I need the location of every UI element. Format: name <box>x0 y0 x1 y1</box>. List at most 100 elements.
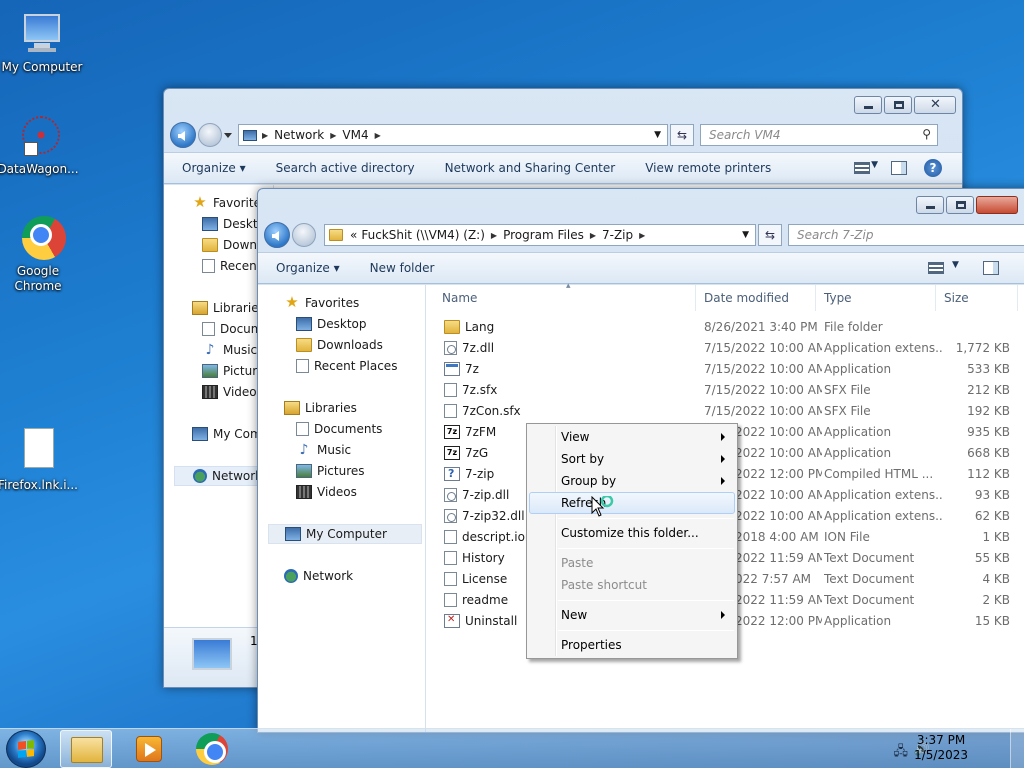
desktop-icon-firefox-lnk[interactable]: Firefox.lnk.i... <box>0 428 80 493</box>
network-sharing-center-button[interactable]: Network and Sharing Center <box>445 161 616 175</box>
maximize-button[interactable] <box>884 96 912 114</box>
recent-places-icon <box>296 359 309 373</box>
breadcrumb-7zip[interactable]: 7-Zip <box>602 228 633 242</box>
menu-item-group-by[interactable]: Group by <box>529 470 735 492</box>
organize-menu[interactable]: Organize ▾ <box>182 161 246 175</box>
nav-my-computer[interactable]: My Computer <box>268 524 422 544</box>
new-folder-button[interactable]: New folder <box>370 261 435 275</box>
back-button[interactable] <box>170 122 196 148</box>
nav-music[interactable]: ♪ Music <box>202 340 258 360</box>
breadcrumb-network[interactable]: Network <box>274 128 324 142</box>
nav-music[interactable]: ♪ Music <box>296 440 352 460</box>
file-date: 7/15/2022 10:00 AM <box>704 383 822 397</box>
address-dropdown-icon[interactable]: ▼ <box>742 230 749 240</box>
taskbar-media-player-button[interactable] <box>122 730 174 768</box>
menu-item-paste-shortcut[interactable]: Paste shortcut <box>529 574 735 596</box>
nav-recent[interactable]: Recent <box>202 256 261 276</box>
change-view-icon[interactable] <box>928 262 944 274</box>
nav-documents[interactable]: Documents <box>296 419 382 439</box>
minimize-button[interactable] <box>916 196 944 214</box>
breadcrumb-drive[interactable]: FuckShit (\\VM4) (Z:) <box>361 228 485 242</box>
menu-item-refresh[interactable]: Refresh <box>529 492 735 514</box>
desktop-icon-google-chrome[interactable]: Google Chrome <box>0 214 80 294</box>
nav-my-computer[interactable]: My Com <box>192 424 262 444</box>
nav-desktop[interactable]: Deskto <box>202 214 265 234</box>
view-remote-printers-button[interactable]: View remote printers <box>645 161 771 175</box>
address-bar[interactable]: « FuckShit (\\VM4) (Z:) ▶ Program Files … <box>324 224 756 246</box>
file-row[interactable]: 7z.dll 7/15/2022 10:00 AM Application exte… <box>426 338 1024 359</box>
menu-item-properties[interactable]: Properties <box>529 634 735 656</box>
help-icon[interactable]: ? <box>924 159 942 177</box>
network-tray-icon[interactable]: 🖧 <box>894 742 909 764</box>
taskbar-chrome-button[interactable] <box>184 730 236 768</box>
menu-item-sort-by[interactable]: Sort by <box>529 448 735 470</box>
taskbar-explorer-button[interactable] <box>60 730 112 768</box>
star-icon: ★ <box>193 193 207 211</box>
nav-pictures[interactable]: Pictures <box>296 461 365 481</box>
close-button[interactable]: ✕ <box>914 96 956 114</box>
recent-pages-dropdown[interactable] <box>224 132 232 138</box>
show-desktop-button[interactable] <box>1010 729 1024 768</box>
refresh-button[interactable]: ⇆ <box>758 224 782 246</box>
start-button[interactable] <box>6 730 46 768</box>
search-box[interactable]: Search 7-Zip <box>788 224 1024 246</box>
nav-downloads[interactable]: Downloads <box>296 335 383 355</box>
clock-time: 3:37 PM <box>916 733 966 747</box>
view-dropdown-icon[interactable]: ▼ <box>952 260 959 270</box>
nav-favorites[interactable]: ★ Favorites <box>192 193 267 213</box>
file-row[interactable]: 7z.sfx 7/15/2022 10:00 AM SFX File 212 KB <box>426 380 1024 401</box>
forward-button[interactable] <box>198 123 222 147</box>
change-view-icon[interactable] <box>854 162 870 174</box>
system-clock[interactable]: 3:37 PM 1/5/2023 <box>914 733 968 763</box>
computer-icon <box>192 427 208 441</box>
menu-item-new[interactable]: New <box>529 604 735 626</box>
desktop-icon-datawagon[interactable]: DataWagon... <box>0 112 80 177</box>
recent-places-icon <box>202 259 215 273</box>
view-dropdown-icon[interactable]: ▼ <box>871 160 878 170</box>
nav-pictures[interactable]: Picture <box>202 361 264 381</box>
submenu-arrow-icon <box>721 455 725 463</box>
file-size: 668 KB <box>967 446 1010 460</box>
nav-recent-places[interactable]: Recent Places <box>296 356 397 376</box>
file-row[interactable]: Lang 8/26/2021 3:40 PM File folder <box>426 317 1024 338</box>
nav-libraries[interactable]: Libraries <box>192 298 265 318</box>
nav-favorites[interactable]: ★ Favorites <box>284 293 359 313</box>
breadcrumb-vm4[interactable]: VM4 <box>342 128 368 142</box>
menu-separator <box>558 600 734 601</box>
refresh-button[interactable]: ⇆ <box>670 124 694 146</box>
nav-network[interactable]: Network <box>284 566 353 586</box>
column-header-date-modified[interactable]: Date modified <box>698 285 816 311</box>
column-header-name[interactable]: Name ▴ <box>436 281 696 311</box>
search-box[interactable]: Search VM4 ⚲ <box>700 124 938 146</box>
menu-item-paste[interactable]: Paste <box>529 552 735 574</box>
menu-item-customize-folder[interactable]: Customize this folder... <box>529 522 735 544</box>
column-header-size[interactable]: Size <box>938 285 1018 311</box>
search-active-directory-button[interactable]: Search active directory <box>276 161 415 175</box>
maximize-button[interactable] <box>946 196 974 214</box>
nav-downloads[interactable]: Downl <box>202 235 260 255</box>
file-size: 2 KB <box>982 593 1010 607</box>
nav-documents[interactable]: Docum <box>202 319 262 339</box>
file-row[interactable]: 7zCon.sfx 7/15/2022 10:00 AM SFX File 192 K… <box>426 401 1024 422</box>
column-header-type[interactable]: Type <box>818 285 936 311</box>
address-dropdown-icon[interactable]: ▼ <box>654 130 661 140</box>
datawagon-icon <box>14 112 62 160</box>
menu-item-view[interactable]: View <box>529 426 735 448</box>
nav-libraries[interactable]: Libraries <box>284 398 357 418</box>
nav-videos[interactable]: Videos <box>296 482 357 502</box>
close-button[interactable] <box>976 196 1018 214</box>
videos-icon <box>296 485 312 499</box>
back-button[interactable] <box>264 222 290 248</box>
breadcrumb-program-files[interactable]: Program Files <box>503 228 584 242</box>
address-bar[interactable]: ▶ Network ▶ VM4 ▶ ▼ <box>238 124 668 146</box>
nav-desktop[interactable]: Desktop <box>296 314 367 334</box>
minimize-button[interactable] <box>854 96 882 114</box>
forward-button[interactable] <box>292 223 316 247</box>
preview-pane-icon[interactable] <box>891 161 907 175</box>
nav-videos[interactable]: Videos <box>202 382 263 402</box>
organize-menu[interactable]: Organize ▾ <box>276 261 340 275</box>
file-row[interactable]: 7z 7/15/2022 10:00 AM Application 533 KB <box>426 359 1024 380</box>
desktop-icon-my-computer[interactable]: My Computer <box>0 10 84 75</box>
context-menu[interactable]: View Sort by Group by Refresh Customize … <box>526 423 738 659</box>
preview-pane-icon[interactable] <box>983 261 999 275</box>
